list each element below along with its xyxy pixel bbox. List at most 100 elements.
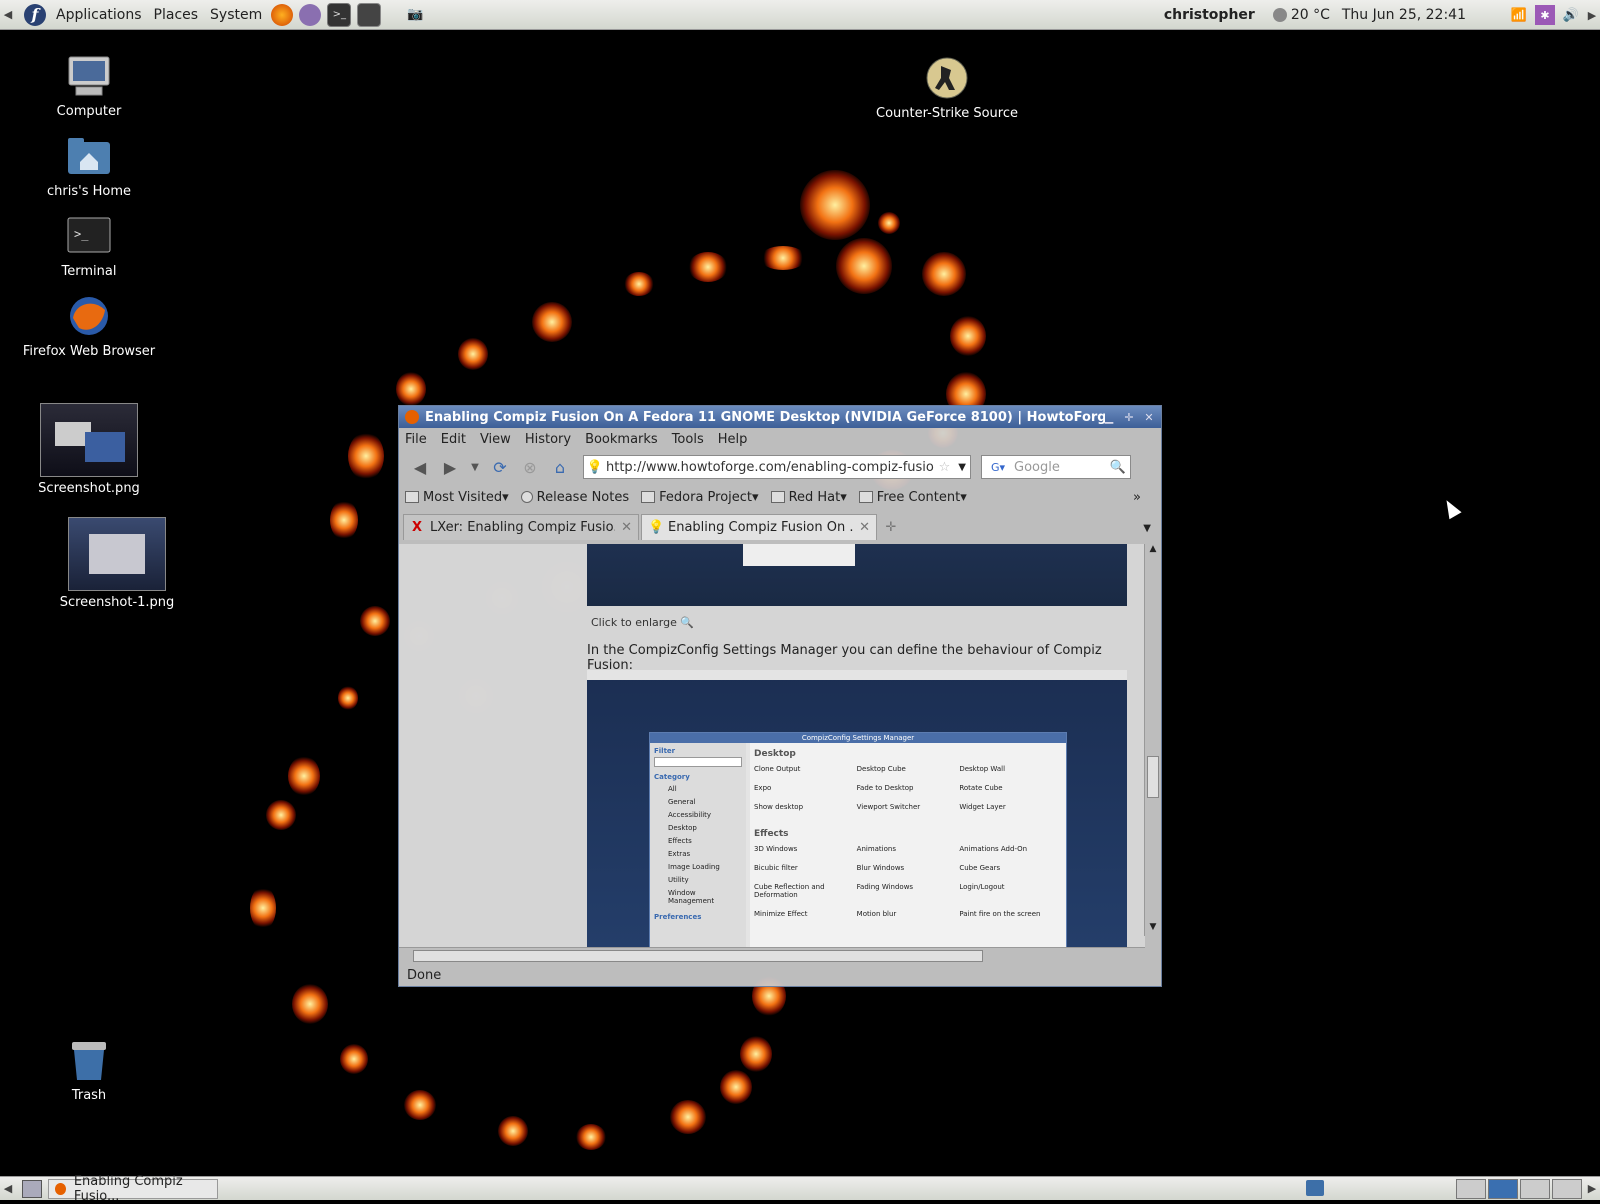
- menu-view[interactable]: View: [480, 432, 511, 447]
- monitor-launcher-icon[interactable]: [357, 2, 382, 27]
- menu-edit[interactable]: Edit: [441, 432, 466, 447]
- workspace-3[interactable]: [1520, 1179, 1550, 1199]
- bookmark-most-visited[interactable]: Most Visited ▾: [405, 490, 509, 505]
- fedora-logo-icon[interactable]: f: [24, 3, 46, 26]
- clock[interactable]: Thu Jun 25, 22:41: [1342, 7, 1466, 23]
- menu-history[interactable]: History: [525, 432, 571, 447]
- menu-bookmarks[interactable]: Bookmarks: [585, 432, 658, 447]
- workspace-2[interactable]: [1488, 1179, 1518, 1199]
- stop-icon[interactable]: ⊗: [517, 454, 543, 480]
- bookmark-star-icon[interactable]: ☆: [935, 460, 955, 475]
- history-dropdown-icon[interactable]: ▼: [467, 454, 483, 480]
- search-bar[interactable]: G▾ Google 🔍: [981, 455, 1131, 479]
- scroll-up-icon[interactable]: ▲: [1145, 544, 1161, 558]
- panel-scroll-right-arrow[interactable]: ▶: [1584, 0, 1600, 30]
- bookmark-fedora-project[interactable]: Fedora Project ▾: [641, 490, 759, 505]
- desktop-icon-firefox[interactable]: Firefox Web Browser: [14, 292, 164, 359]
- bottom-panel: ◀ Enabling Compiz Fusio... ▶: [0, 1174, 1600, 1204]
- lxer-favicon-icon: X: [411, 520, 423, 535]
- update-icon[interactable]: ✱: [1535, 5, 1555, 25]
- close-icon[interactable]: ✕: [1141, 409, 1157, 425]
- volume-icon[interactable]: 🔊: [1561, 5, 1581, 25]
- navigation-toolbar: ◀ ▶ ▼ ⟳ ⊗ ⌂ 💡 http://www.howtoforge.com/…: [399, 450, 1161, 484]
- bookmark-red-hat[interactable]: Red Hat ▾: [770, 490, 847, 505]
- applications-menu[interactable]: Applications: [50, 7, 148, 23]
- desktop-icon-trash[interactable]: Trash: [14, 1036, 164, 1103]
- svg-text:>_: >_: [74, 227, 89, 241]
- maximize-icon[interactable]: ✛: [1121, 409, 1137, 425]
- url-text[interactable]: http://www.howtoforge.com/enabling-compi…: [606, 460, 935, 475]
- mouse-pointer-icon: [1440, 496, 1462, 520]
- back-icon[interactable]: ◀: [407, 454, 433, 480]
- ccsm-sidebar: Filter Category All General Accessibilit…: [650, 743, 746, 949]
- camera-launcher-icon[interactable]: 📷: [404, 4, 426, 26]
- scroll-down-icon[interactable]: ▼: [1145, 922, 1161, 936]
- vertical-scrollbar[interactable]: ▲ ▼: [1144, 544, 1161, 936]
- bookmarks-overflow-icon[interactable]: »: [1133, 490, 1141, 505]
- taskbar-firefox-button[interactable]: Enabling Compiz Fusio...: [48, 1174, 218, 1204]
- workspace-4[interactable]: [1552, 1179, 1582, 1199]
- desktop-icon-home[interactable]: chris's Home: [14, 132, 164, 199]
- weather-applet[interactable]: 20 °C: [1272, 7, 1330, 23]
- horizontal-scrollbar[interactable]: [399, 947, 1145, 964]
- bottom-panel-folder-icon[interactable]: [1306, 1180, 1324, 1196]
- bookmark-free-content[interactable]: Free Content ▾: [858, 490, 967, 505]
- bottom-panel-right-arrow[interactable]: ▶: [1584, 1177, 1600, 1201]
- top-panel: ◀ f Applications Places System >_ 📷 chri…: [0, 0, 1600, 30]
- network-icon[interactable]: 📶: [1509, 5, 1529, 25]
- tab-close-icon[interactable]: ✕: [859, 520, 870, 535]
- forward-icon[interactable]: ▶: [437, 454, 463, 480]
- system-menu[interactable]: System: [204, 7, 268, 23]
- folder-icon: [641, 491, 656, 503]
- trash-icon: [65, 1036, 113, 1084]
- panel-scroll-left-arrow[interactable]: ◀: [0, 0, 16, 30]
- url-dropdown-icon[interactable]: ▼: [954, 462, 970, 473]
- firefox-icon: [65, 292, 113, 340]
- firefox-title-icon: [405, 410, 419, 424]
- tab-list-icon[interactable]: ▼: [1143, 523, 1151, 534]
- status-bar: Done: [399, 963, 1161, 987]
- desktop-icon-screenshot-1[interactable]: Screenshot-1.png: [42, 517, 192, 610]
- firefox-task-icon: [55, 1182, 66, 1195]
- home-icon[interactable]: ⌂: [547, 454, 573, 480]
- pidgin-launcher-icon[interactable]: [299, 3, 322, 26]
- desktop-icon-screenshot[interactable]: Screenshot.png: [14, 403, 164, 496]
- minimize-icon[interactable]: ▁: [1101, 409, 1117, 425]
- bottom-panel-left-arrow[interactable]: ◀: [0, 1177, 16, 1201]
- screenshot-image-ccsm[interactable]: CompizConfig Settings Manager Filter Cat…: [587, 670, 1127, 949]
- page-content[interactable]: Click to enlarge 🔍 In the CompizConfig S…: [399, 544, 1145, 949]
- menu-file[interactable]: File: [405, 432, 427, 447]
- site-identity-icon: 💡: [586, 459, 604, 475]
- horizontal-scroll-thumb[interactable]: [413, 950, 983, 962]
- url-bar[interactable]: 💡 http://www.howtoforge.com/enabling-com…: [583, 455, 971, 479]
- bookmark-release-notes[interactable]: Release Notes: [520, 490, 629, 505]
- user-name[interactable]: christopher: [1164, 7, 1255, 23]
- tab-close-icon[interactable]: ✕: [621, 520, 632, 535]
- firefox-launcher-icon[interactable]: [271, 3, 294, 26]
- workspace-1[interactable]: [1456, 1179, 1486, 1199]
- desktop-icon-terminal[interactable]: >_ Terminal: [14, 212, 164, 279]
- scroll-thumb[interactable]: [1147, 756, 1159, 798]
- temperature: 20 °C: [1290, 7, 1330, 23]
- search-icon[interactable]: 🔍: [1106, 460, 1130, 475]
- screenshot-1-thumbnail: [68, 517, 166, 591]
- menu-tools[interactable]: Tools: [672, 432, 704, 447]
- bookmark-icon: [520, 491, 533, 503]
- terminal-launcher-icon[interactable]: >_: [327, 2, 352, 27]
- menubar: File Edit View History Bookmarks Tools H…: [399, 428, 1161, 450]
- window-titlebar[interactable]: Enabling Compiz Fusion On A Fedora 11 GN…: [399, 406, 1161, 428]
- menu-help[interactable]: Help: [718, 432, 748, 447]
- screenshot-image-top[interactable]: [587, 544, 1127, 606]
- search-input[interactable]: Google: [1014, 460, 1106, 475]
- click-to-enlarge-caption[interactable]: Click to enlarge 🔍: [591, 616, 694, 629]
- desktop-icon-counter-strike[interactable]: Counter-Strike Source: [872, 54, 1022, 121]
- home-folder-icon: [65, 132, 113, 180]
- desktop-icon-computer[interactable]: Computer: [14, 52, 164, 119]
- tab-howtoforge[interactable]: 💡 Enabling Compiz Fusion On ... ✕: [641, 514, 877, 540]
- show-desktop-icon[interactable]: [22, 1179, 42, 1198]
- new-tab-icon[interactable]: ✛: [879, 514, 903, 540]
- tab-lxer[interactable]: X LXer: Enabling Compiz Fusio... ✕: [403, 514, 639, 540]
- places-menu[interactable]: Places: [148, 7, 205, 23]
- search-engine-icon[interactable]: G▾: [982, 461, 1014, 474]
- reload-icon[interactable]: ⟳: [487, 454, 513, 480]
